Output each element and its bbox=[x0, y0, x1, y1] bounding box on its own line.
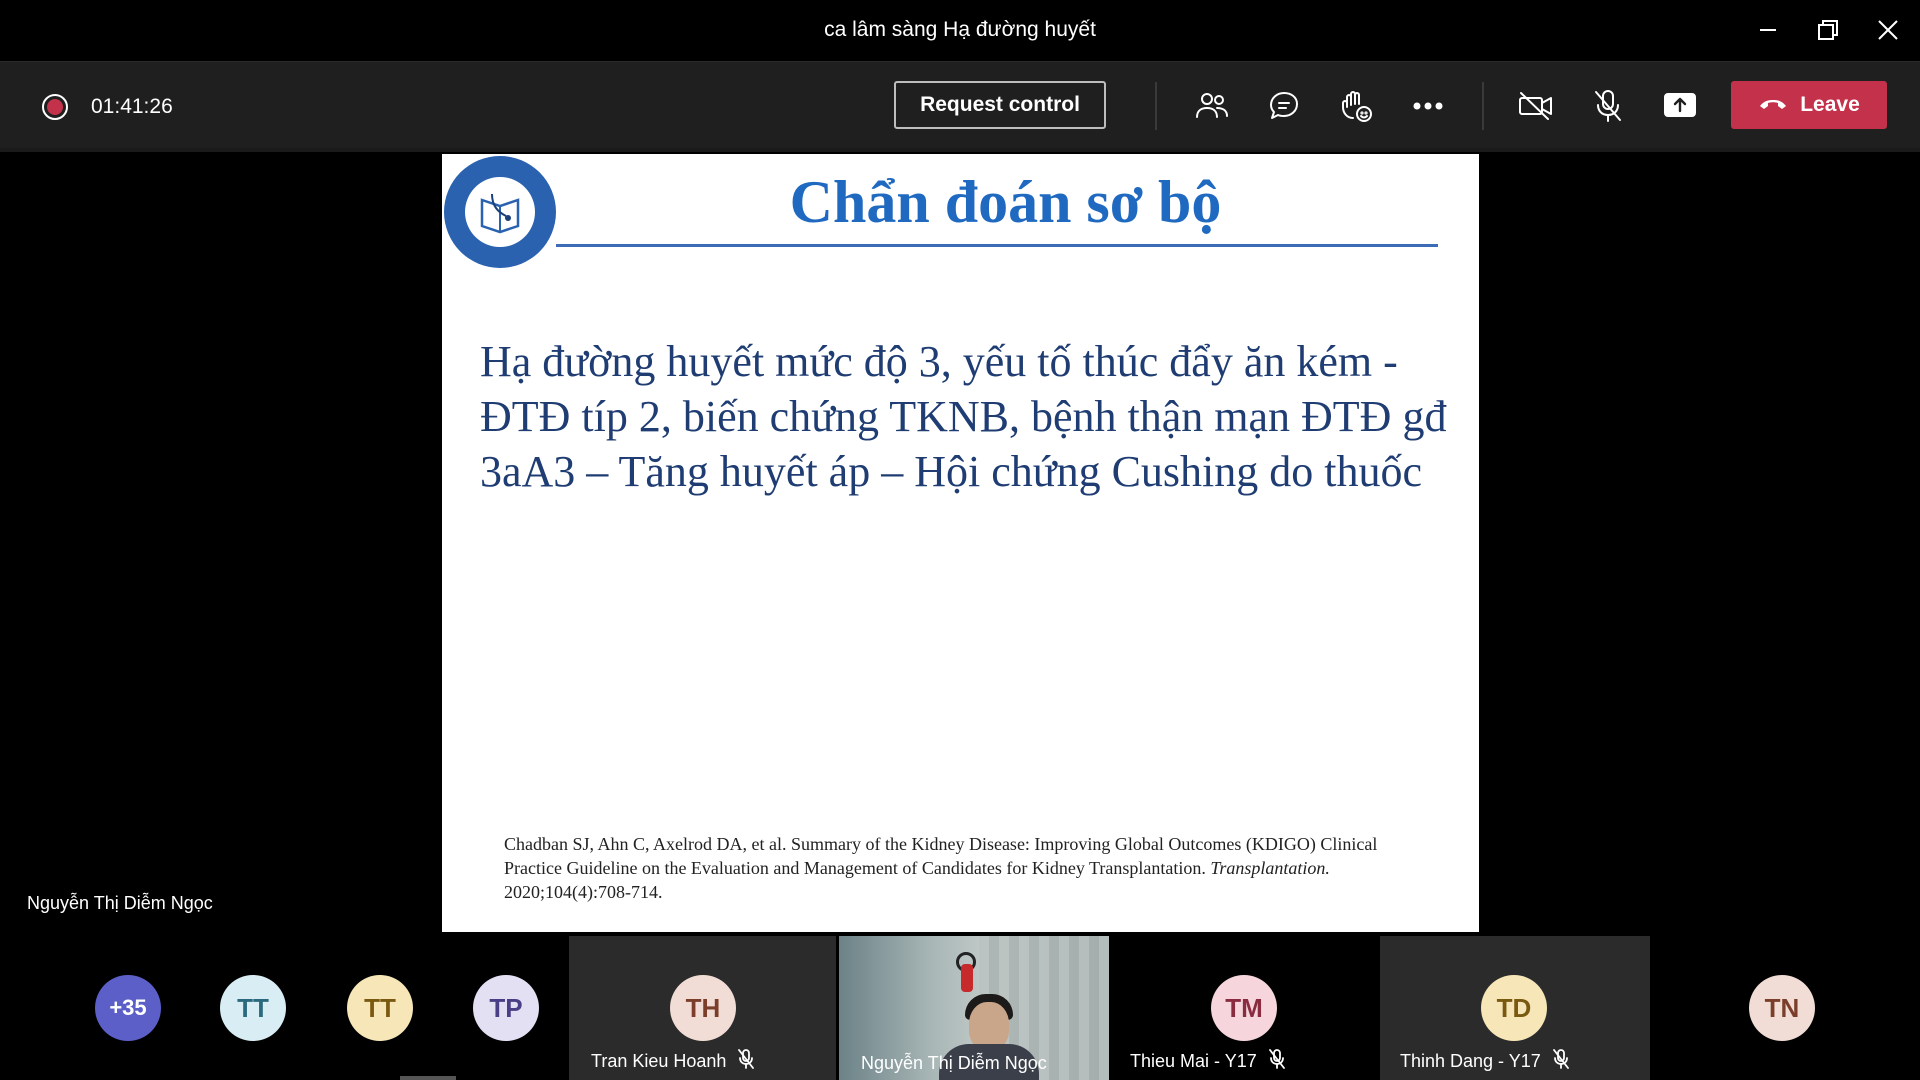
restore-icon[interactable] bbox=[1808, 12, 1848, 48]
participants-icon[interactable] bbox=[1192, 86, 1232, 126]
window-title: ca lâm sàng Hạ đường huyết bbox=[824, 18, 1096, 41]
shared-slide: Chẩn đoán sơ bộ Hạ đường huyết mức độ 3,… bbox=[442, 154, 1479, 932]
slide-title: Chẩn đoán sơ bộ bbox=[789, 169, 1222, 235]
participant-name: Thinh Dang - Y17 bbox=[1400, 1051, 1541, 1071]
share-screen-icon[interactable] bbox=[1660, 86, 1700, 126]
record-icon bbox=[42, 94, 68, 120]
scroll-indicator bbox=[400, 1076, 456, 1080]
reference-journal: Transplantation. bbox=[1210, 858, 1330, 878]
camera-off-icon[interactable] bbox=[1516, 86, 1556, 126]
participant-video-tile[interactable]: Nguyễn Thị Diễm Ngọc bbox=[839, 936, 1109, 1080]
participant-label: Tran Kieu Hoanh bbox=[591, 1049, 755, 1074]
participant-tile[interactable]: TD Thinh Dang - Y17 bbox=[1380, 936, 1650, 1080]
overflow-count: +35 bbox=[109, 995, 147, 1020]
more-options-icon[interactable] bbox=[1408, 86, 1448, 126]
title-underline bbox=[556, 244, 1438, 247]
avatar-initials: TT bbox=[237, 992, 269, 1023]
participant-tile[interactable]: TM Thieu Mai - Y17 bbox=[1110, 936, 1378, 1080]
participant-avatar[interactable]: TT bbox=[220, 975, 286, 1041]
close-icon[interactable] bbox=[1868, 12, 1908, 48]
participant-name: Thieu Mai - Y17 bbox=[1130, 1051, 1257, 1071]
title-bar: ca lâm sàng Hạ đường huyết bbox=[0, 0, 1920, 62]
participant-avatar: TH bbox=[670, 975, 736, 1041]
participant-avatar[interactable]: TP bbox=[473, 975, 539, 1041]
toolbar-divider bbox=[1482, 82, 1484, 130]
avatar-initials: TH bbox=[685, 992, 721, 1023]
muted-mic-icon bbox=[1552, 1049, 1569, 1074]
reactions-icon[interactable] bbox=[1336, 86, 1376, 126]
muted-mic-icon bbox=[1268, 1049, 1285, 1074]
meeting-toolbar: 01:41:26 Request control Leave bbox=[0, 62, 1920, 148]
avatar-initials: TN bbox=[1764, 992, 1800, 1023]
leave-button[interactable]: Leave bbox=[1731, 81, 1887, 129]
leave-label: Leave bbox=[1800, 93, 1860, 116]
avatar-initials: TT bbox=[364, 992, 396, 1023]
participant-avatar[interactable]: TT bbox=[347, 975, 413, 1041]
avatar-initials: TM bbox=[1225, 992, 1263, 1023]
participant-label: Nguyễn Thị Diễm Ngọc bbox=[861, 1053, 1047, 1074]
participant-tile[interactable]: TH Tran Kieu Hoanh bbox=[569, 936, 836, 1080]
video-fire-extinguisher bbox=[961, 964, 973, 992]
toolbar-divider bbox=[1155, 82, 1157, 130]
participant-avatar: TM bbox=[1211, 975, 1277, 1041]
participant-label: Thieu Mai - Y17 bbox=[1130, 1049, 1285, 1074]
mic-off-icon[interactable] bbox=[1588, 86, 1628, 126]
request-control-button[interactable]: Request control bbox=[894, 81, 1106, 129]
chat-icon[interactable] bbox=[1264, 86, 1304, 126]
participant-label: Thinh Dang - Y17 bbox=[1400, 1049, 1569, 1074]
minimize-icon[interactable] bbox=[1748, 12, 1788, 48]
reference-citation: 2020;104(4):708-714. bbox=[504, 882, 663, 902]
hang-up-icon bbox=[1758, 93, 1788, 117]
presenter-name: Nguyễn Thị Diễm Ngọc bbox=[27, 893, 213, 913]
avatar-initials: TD bbox=[1496, 992, 1532, 1023]
slide-body-text: Hạ đường huyết mức độ 3, yếu tố thúc đẩy… bbox=[480, 337, 1447, 496]
participant-name: Tran Kieu Hoanh bbox=[591, 1051, 727, 1071]
participant-name: Nguyễn Thị Diễm Ngọc bbox=[861, 1053, 1047, 1073]
slide-reference: Chadban SJ, Ahn C, Axelrod DA, et al. Su… bbox=[504, 832, 1404, 904]
muted-mic-icon bbox=[738, 1049, 755, 1074]
meeting-timer: 01:41:26 bbox=[91, 95, 173, 118]
participant-avatar: TD bbox=[1481, 975, 1547, 1041]
participant-tile[interactable]: TN bbox=[1652, 936, 1920, 1080]
video-person-face bbox=[969, 1002, 1009, 1050]
avatar-initials: TP bbox=[489, 992, 523, 1023]
participant-gallery: +35 TT TT TP TH Tran Kieu Hoanh Nguyễn T… bbox=[0, 936, 1920, 1080]
more-participants-badge[interactable]: +35 bbox=[95, 975, 161, 1041]
participant-avatar: TN bbox=[1749, 975, 1815, 1041]
